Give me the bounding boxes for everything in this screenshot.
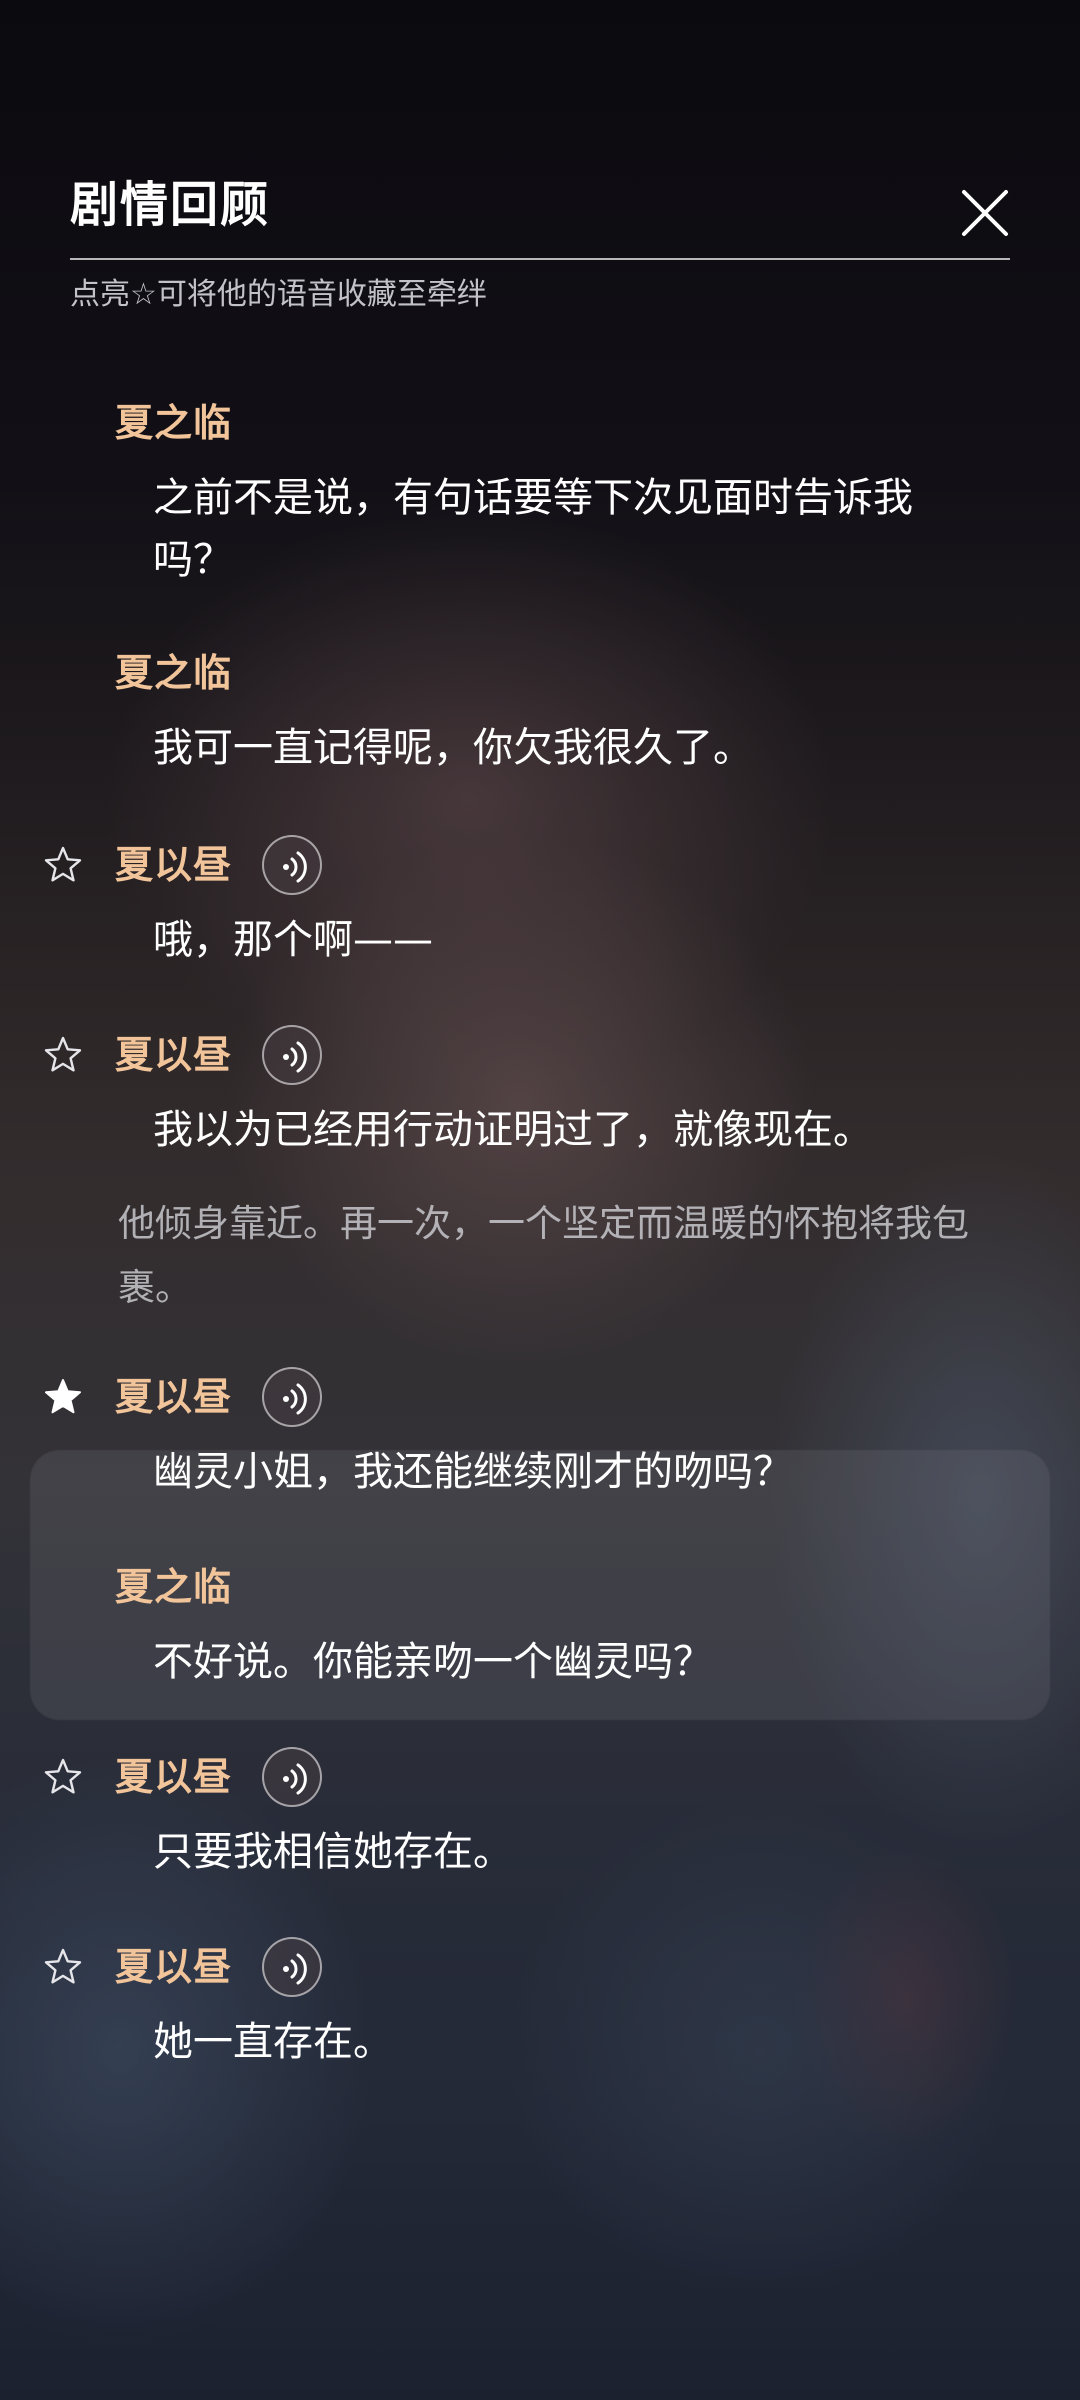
sound-wave-icon [283, 1953, 307, 1985]
close-icon[interactable] [960, 188, 1010, 238]
star-filled-icon[interactable] [43, 1377, 83, 1417]
header: 剧情回顾 点亮☆可将他的语音收藏至牵绊 [70, 170, 1010, 312]
speaker-name: 夏之临 [115, 1564, 233, 1609]
voice-play-button[interactable] [262, 1747, 322, 1807]
dialogue-text: 幽灵小姐，我还能继续刚才的吻吗？ [153, 1449, 793, 1495]
sound-wave-icon [283, 1763, 307, 1795]
sound-wave-icon [283, 1383, 307, 1415]
speaker-name: 夏以昼 [115, 1374, 233, 1419]
favorite-star-button[interactable] [43, 1377, 83, 1417]
voice-play-button[interactable] [262, 1367, 322, 1427]
dialogue-text: 之前不是说，有句话要等下次见面时告诉我吗？ [153, 475, 913, 583]
close-button[interactable] [960, 188, 1010, 238]
narration-text: 他倾身靠近。再一次，一个坚定而温暖的怀抱将我包裹。 [118, 1202, 969, 1309]
speaker-name: 夏之临 [115, 400, 233, 445]
speaker-name: 夏之临 [115, 650, 233, 695]
favorite-star-button[interactable] [43, 1035, 83, 1075]
voice-play-button[interactable] [262, 1937, 322, 1997]
dialogue-text: 哦，那个啊—— [153, 917, 433, 963]
voice-play-button[interactable] [262, 1025, 322, 1085]
dialogue-text: 我以为已经用行动证明过了，就像现在。 [153, 1107, 873, 1153]
star-outline-icon[interactable] [43, 1947, 83, 1987]
dialogue-text: 只要我相信她存在。 [153, 1829, 513, 1875]
favorite-star-button[interactable] [43, 1757, 83, 1797]
divider [70, 258, 1010, 260]
dialogue-text: 她一直存在。 [153, 2019, 393, 2065]
sound-wave-icon [283, 1041, 307, 1073]
page-title: 剧情回顾 [70, 177, 271, 233]
dialogue-text: 我可一直记得呢，你欠我很久了。 [153, 725, 753, 771]
hint-text: 点亮☆可将他的语音收藏至牵绊 [70, 277, 487, 312]
star-outline-icon[interactable] [43, 1757, 83, 1797]
favorite-star-button[interactable] [43, 845, 83, 885]
speaker-name: 夏以昼 [115, 1032, 233, 1077]
star-outline-icon[interactable] [43, 1035, 83, 1075]
speaker-name: 夏以昼 [115, 1754, 233, 1799]
sound-wave-icon [283, 851, 307, 883]
voice-play-button[interactable] [262, 835, 322, 895]
favorite-star-button[interactable] [43, 1947, 83, 1987]
speaker-name: 夏以昼 [115, 842, 233, 887]
dialogue-text: 不好说。你能亲吻一个幽灵吗？ [153, 1639, 713, 1685]
speaker-name: 夏以昼 [115, 1944, 233, 1989]
star-outline-icon[interactable] [43, 845, 83, 885]
